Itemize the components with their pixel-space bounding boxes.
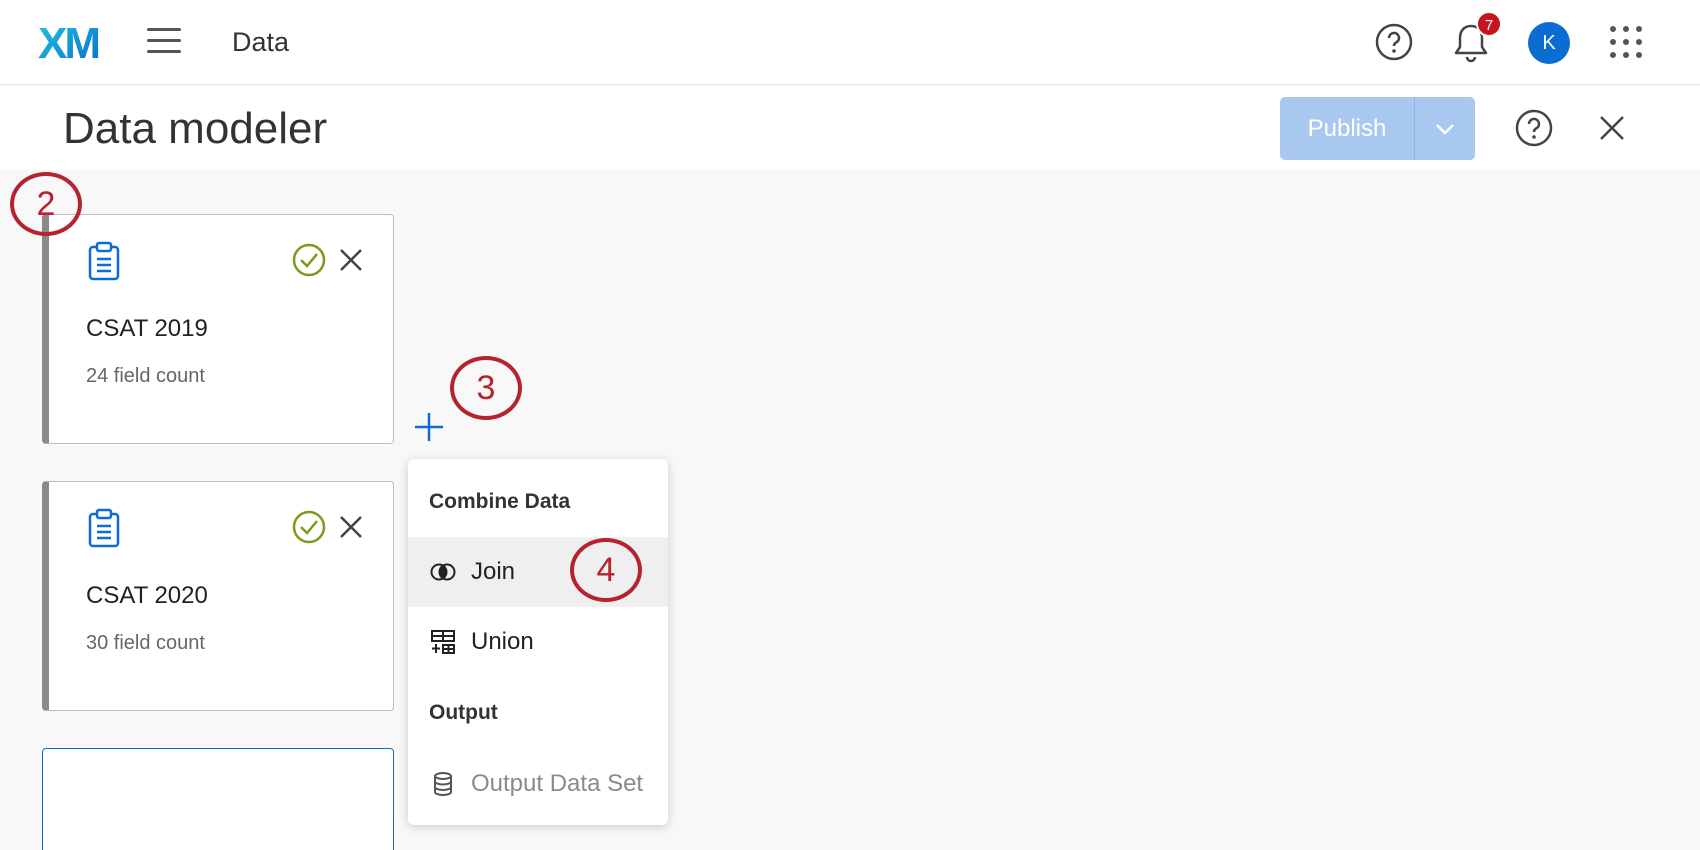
source-name: CSAT 2019 — [86, 315, 208, 342]
menu-item-label: Output Data Set — [471, 770, 644, 797]
help-icon[interactable] — [1375, 23, 1413, 61]
step-callout: 2 — [10, 172, 82, 236]
menu-item-output-data-set[interactable]: Output Data Set — [408, 749, 668, 819]
menu-heading-combine: Combine Data — [429, 490, 571, 513]
publish-options-button[interactable] — [1415, 97, 1475, 160]
union-icon — [431, 630, 455, 654]
check-circle-icon — [292, 243, 326, 277]
join-icon — [430, 563, 456, 581]
notification-badge: 7 — [1476, 11, 1502, 37]
page-title: Data modeler — [63, 104, 328, 153]
data-source-card[interactable]: CSAT 2020 30 field count — [42, 481, 394, 711]
top-navigation-bar: XM Data 7 K — [0, 0, 1700, 85]
xm-logo[interactable]: XM — [38, 22, 108, 64]
check-circle-icon — [292, 510, 326, 544]
menu-heading-output: Output — [429, 701, 498, 724]
plus-icon[interactable] — [413, 411, 445, 443]
field-count: 24 field count — [86, 365, 205, 387]
menu-item-union[interactable]: Union — [408, 607, 668, 677]
close-icon[interactable] — [337, 246, 365, 274]
page-header: Data modeler Publish — [0, 86, 1700, 170]
close-icon[interactable] — [1598, 114, 1626, 142]
app-title: Data — [232, 27, 290, 57]
clipboard-icon — [88, 241, 120, 281]
svg-text:XM: XM — [38, 22, 98, 64]
help-icon[interactable] — [1515, 109, 1553, 147]
step-callout: 4 — [570, 538, 642, 602]
menu-item-label: Join — [471, 558, 516, 585]
close-icon[interactable] — [337, 513, 365, 541]
database-icon — [434, 772, 452, 796]
source-name: CSAT 2020 — [86, 582, 208, 609]
publish-button-group: Publish — [1280, 97, 1475, 160]
data-source-card[interactable]: CSAT 2019 24 field count — [42, 214, 394, 444]
step-callout: 3 — [450, 356, 522, 420]
menu-item-label: Union — [471, 628, 534, 655]
avatar[interactable]: K — [1528, 22, 1570, 64]
chevron-down-icon — [1436, 123, 1454, 135]
combine-data-menu: Combine Data Join Union Output Output Da… — [408, 459, 668, 825]
apps-grid-icon[interactable] — [1608, 24, 1644, 60]
publish-button[interactable]: Publish — [1280, 97, 1415, 160]
clipboard-icon — [88, 508, 120, 548]
field-count: 30 field count — [86, 632, 205, 654]
empty-node-card[interactable] — [42, 748, 394, 850]
hamburger-icon[interactable] — [147, 28, 183, 58]
